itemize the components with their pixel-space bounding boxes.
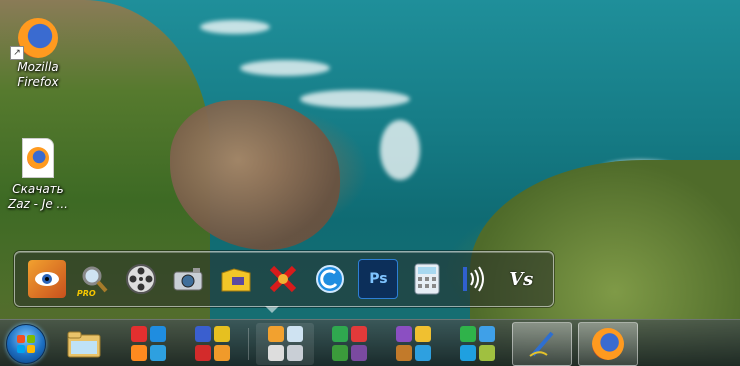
dock-item-vs[interactable]: Vs bbox=[502, 260, 540, 298]
taskbar-group-messengers[interactable] bbox=[448, 323, 506, 365]
photoshop-icon: Ps bbox=[369, 271, 388, 287]
dock-item-crossed[interactable] bbox=[264, 260, 302, 298]
taskbar-firefox-button[interactable] bbox=[578, 321, 638, 366]
wallpaper-surf bbox=[240, 60, 330, 76]
firefox-icon bbox=[27, 147, 49, 169]
taskbar-group-browsers[interactable] bbox=[119, 323, 177, 365]
pen-app-icon bbox=[395, 326, 412, 342]
magnifier-pro-icon bbox=[286, 326, 303, 342]
download-arrow-icon bbox=[331, 345, 348, 361]
crossed-app-icon bbox=[269, 265, 297, 293]
windows-orb-icon bbox=[6, 323, 46, 364]
firefox-icon bbox=[18, 18, 58, 58]
flag-app-icon bbox=[194, 345, 211, 361]
desktop-icon-label: Zaz - Je ... bbox=[7, 197, 68, 211]
desktop-icon-download[interactable]: Скачать Zaz - Je ... bbox=[2, 138, 74, 212]
taskbar-group-utilities[interactable] bbox=[384, 323, 442, 365]
blue-app-icon bbox=[414, 345, 431, 361]
shortcut-arrow-icon: ↗ bbox=[10, 46, 24, 60]
taskbar-pen-button[interactable] bbox=[512, 321, 572, 366]
folder-icon bbox=[67, 331, 101, 357]
dock-item-eye[interactable] bbox=[27, 260, 66, 298]
d-app-icon bbox=[194, 326, 211, 342]
desktop-icon-label: Mozilla bbox=[17, 60, 59, 74]
document-icon bbox=[22, 138, 54, 178]
icq-icon bbox=[459, 326, 476, 342]
dock-item-calculator[interactable] bbox=[408, 260, 446, 298]
taskbar-explorer-button[interactable] bbox=[55, 323, 113, 365]
calculator-icon bbox=[414, 263, 440, 295]
skype-icon bbox=[478, 326, 495, 342]
popup-pointer bbox=[265, 306, 279, 313]
dock-item-film-reel[interactable] bbox=[122, 260, 160, 298]
refresh-disc-icon bbox=[316, 265, 345, 293]
ie-icon bbox=[149, 345, 166, 361]
key-folder-icon bbox=[221, 268, 251, 292]
red-app-icon bbox=[350, 326, 367, 342]
tools-app-icon bbox=[350, 345, 367, 361]
ie-icon bbox=[149, 326, 166, 342]
app-launcher-popup: PRO Ps Vs bbox=[14, 251, 554, 307]
eye-app-icon bbox=[267, 326, 284, 342]
pro-badge: PRO bbox=[76, 289, 96, 298]
dock-item-camera[interactable] bbox=[169, 260, 207, 298]
chat-app-icon bbox=[478, 345, 495, 361]
desktop-icon-label: Firefox bbox=[17, 75, 59, 89]
star-app-icon bbox=[414, 326, 431, 342]
vs-app-icon: Vs bbox=[509, 268, 534, 290]
firefox-icon bbox=[130, 345, 147, 361]
taskbar-group-tools[interactable] bbox=[183, 323, 241, 365]
dock-item-key-folder[interactable] bbox=[217, 260, 255, 298]
taskbar-separator bbox=[248, 327, 249, 360]
skype-icon bbox=[459, 345, 476, 361]
firefox-icon bbox=[592, 327, 624, 360]
gallery-app-icon bbox=[213, 345, 230, 361]
pen-icon bbox=[529, 331, 554, 357]
box-app-icon bbox=[395, 345, 412, 361]
film-reel-icon bbox=[267, 345, 284, 361]
start-button[interactable] bbox=[0, 320, 52, 366]
taskbar-group-media[interactable] bbox=[256, 322, 314, 365]
taskbar bbox=[0, 319, 740, 366]
desktop-icon-label: Скачать bbox=[12, 182, 64, 196]
film-reel-icon bbox=[126, 264, 157, 294]
dock-item-magnifier-pro[interactable]: PRO bbox=[75, 260, 113, 298]
dock-item-refresh-disc[interactable] bbox=[311, 260, 349, 298]
camera-icon bbox=[286, 345, 303, 361]
wallpaper-surf bbox=[380, 120, 420, 180]
green-app-icon bbox=[331, 326, 348, 342]
audio-wave-icon bbox=[463, 266, 485, 292]
desktop-icon-firefox[interactable]: ↗ Mozilla Firefox bbox=[2, 18, 74, 90]
wallpaper-surf bbox=[300, 90, 410, 108]
desktop: ↗ Mozilla Firefox Скачать Zaz - Je ... P… bbox=[0, 0, 740, 366]
dock-item-photoshop[interactable]: Ps bbox=[358, 259, 399, 299]
camera-icon bbox=[173, 268, 203, 291]
taskbar-group-apps[interactable] bbox=[320, 323, 378, 365]
dock-item-audio-wave[interactable] bbox=[455, 260, 493, 298]
opera-icon bbox=[130, 326, 147, 342]
warning-app-icon bbox=[213, 326, 230, 342]
wallpaper-surf bbox=[200, 20, 270, 34]
eye-app-icon bbox=[34, 272, 59, 286]
